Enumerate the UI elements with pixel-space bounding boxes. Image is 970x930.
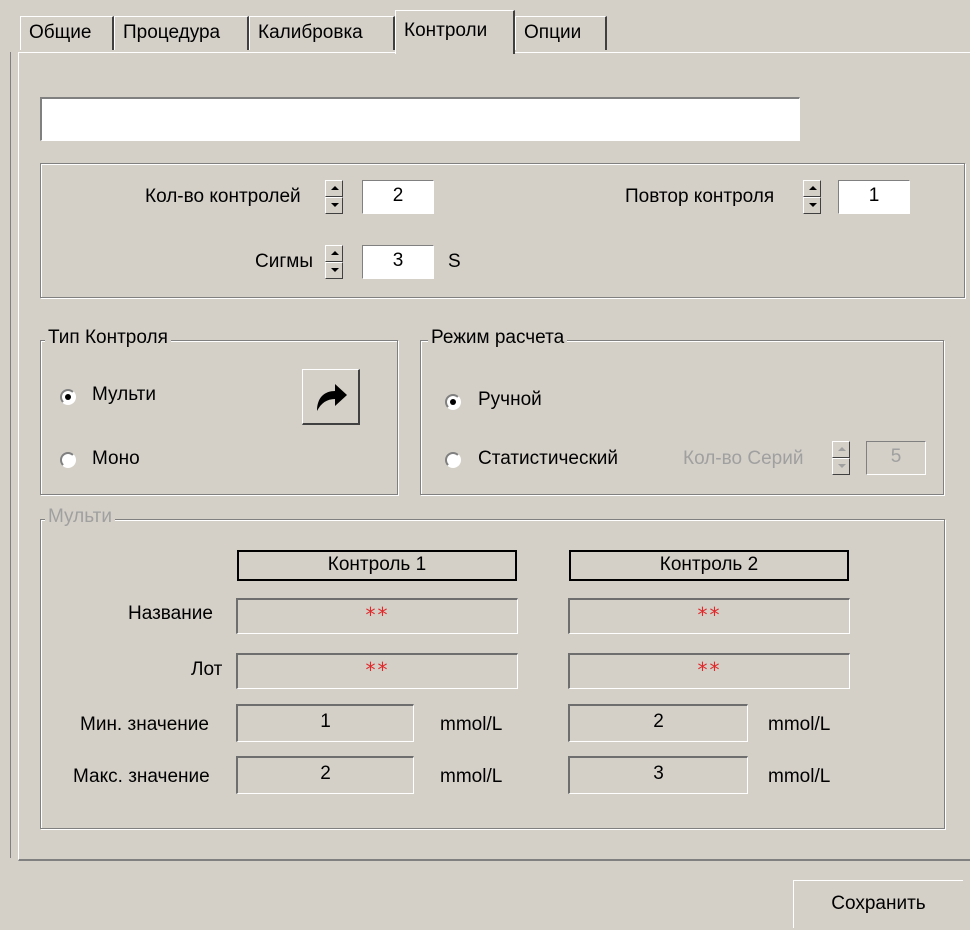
- control-1-min[interactable]: 1: [236, 704, 414, 742]
- row-label-min: Мин. значение: [80, 714, 209, 735]
- control-1-name[interactable]: **: [236, 598, 518, 634]
- settings-group: [40, 163, 965, 298]
- row-label-name: Название: [128, 603, 213, 624]
- control-2-max[interactable]: 3: [568, 756, 748, 794]
- multi-legend: Мульти: [45, 506, 115, 528]
- repeat-label: Повтор контроля: [625, 186, 775, 207]
- name-input[interactable]: [40, 97, 800, 141]
- control-2-max-unit: mmol/L: [768, 766, 831, 787]
- count-label: Кол-во контролей: [145, 186, 301, 207]
- radio-multi-label[interactable]: Мульти: [92, 384, 156, 406]
- curved-arrow-icon: [317, 384, 347, 411]
- tab-controls[interactable]: Контроли: [395, 10, 515, 54]
- row-label-max: Макс. значение: [73, 766, 210, 787]
- control-2-header: Контроль 2: [569, 550, 849, 581]
- repeat-field[interactable]: 1: [838, 180, 910, 214]
- series-spinner[interactable]: [832, 441, 850, 475]
- radio-statistical-label[interactable]: Статистический: [478, 448, 618, 470]
- tab-general[interactable]: Общие: [20, 16, 114, 50]
- control-1-lot[interactable]: **: [236, 653, 518, 689]
- tab-options[interactable]: Опции: [515, 16, 607, 50]
- calc-mode-legend: Режим расчета: [428, 327, 568, 349]
- control-2-min-unit: mmol/L: [768, 714, 831, 735]
- radio-multi[interactable]: [60, 389, 76, 405]
- control-2-lot[interactable]: **: [568, 653, 850, 689]
- save-button[interactable]: Сохранить: [793, 880, 963, 928]
- control-1-header: Контроль 1: [237, 550, 517, 581]
- control-1-max[interactable]: 2: [236, 756, 414, 794]
- series-field[interactable]: 5: [866, 441, 926, 475]
- control-1-max-unit: mmol/L: [440, 766, 503, 787]
- control-2-name[interactable]: **: [568, 598, 850, 634]
- control-type-legend: Тип Контроля: [45, 327, 171, 349]
- tab-procedure[interactable]: Процедура: [114, 16, 249, 50]
- control-1-min-unit: mmol/L: [440, 714, 503, 735]
- sigma-unit: S: [448, 251, 461, 272]
- series-label: Кол-во Серий: [683, 448, 804, 469]
- radio-mono[interactable]: [60, 452, 76, 468]
- sigma-label: Сигмы: [255, 251, 313, 272]
- sigma-field[interactable]: 3: [362, 245, 434, 279]
- repeat-spinner[interactable]: [803, 180, 821, 214]
- apply-button[interactable]: [302, 369, 360, 425]
- row-label-lot: Лот: [191, 659, 223, 680]
- radio-statistical[interactable]: [445, 452, 461, 468]
- sigma-spinner[interactable]: [325, 245, 343, 279]
- count-spinner[interactable]: [325, 180, 343, 214]
- radio-manual[interactable]: [445, 394, 461, 410]
- control-2-min[interactable]: 2: [568, 704, 748, 742]
- count-field[interactable]: 2: [362, 180, 434, 214]
- radio-manual-label[interactable]: Ручной: [478, 389, 542, 411]
- tab-calibration[interactable]: Калибровка: [249, 16, 395, 50]
- radio-mono-label[interactable]: Моно: [92, 448, 140, 470]
